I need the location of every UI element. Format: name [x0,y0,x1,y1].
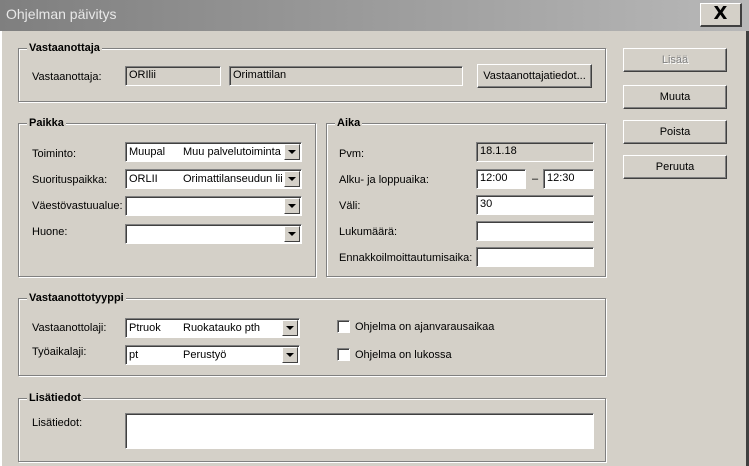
vaestovastuualue-combo[interactable] [125,196,302,216]
ennakko-input[interactable] [476,247,594,267]
chevron-down-icon[interactable] [284,171,300,187]
vastaanottolaji-code: Ptruok [129,322,161,334]
chevron-down-icon[interactable] [284,198,300,214]
poista-button[interactable]: Poista [623,120,727,144]
lisatiedot-label: Lisätiedot: [32,417,83,429]
suorituspaikka-name: Orimattilanseudun lii [183,173,283,185]
chevron-down-icon[interactable] [282,347,298,363]
suorituspaikka-combo[interactable]: ORLII Orimattilanseudun lii [125,169,302,189]
tyoaikalaji-code: pt [129,349,139,361]
chevron-down-icon[interactable] [284,144,300,160]
window-title: Ohjelman päivitys [6,6,117,22]
close-button[interactable]: X [700,3,742,27]
suorituspaikka-code: ORLII [129,173,158,185]
vastaanottaja-code-field: ORIlii [125,66,221,86]
vastaanottolaji-label: Vastaanottolaji: [32,322,107,334]
chevron-down-icon[interactable] [284,226,300,242]
chevron-down-icon[interactable] [282,320,298,336]
lisaa-button[interactable]: Lisää [623,48,727,72]
tyoaikalaji-combo[interactable]: pt Perustyö [125,345,300,365]
title-bar: Ohjelman päivitys X [0,0,749,31]
pvm-label: Pvm: [339,148,365,160]
ajanvaraus-checkbox[interactable] [337,320,350,333]
toiminto-label: Toiminto: [32,148,77,160]
vastaanottajatiedot-button[interactable]: Vastaanottajatiedot... [477,64,592,88]
time-separator: – [532,173,539,185]
toiminto-name: Muu palvelutoiminta [183,146,281,158]
ajanvaraus-label[interactable]: Ohjelma on ajanvarausaikaa [355,320,494,334]
group-title-vastaanottotyyppi: Vastaanottotyyppi [27,291,126,305]
vali-input[interactable]: 30 [476,195,594,215]
start-time-input[interactable]: 12:00 [476,169,526,189]
lisatiedot-textarea[interactable] [125,413,594,449]
toiminto-code: Muupal [129,146,166,158]
group-title-aika: Aika [335,116,363,130]
tyoaikalaji-label: Työaikalaji: [32,346,87,358]
alku-loppu-label: Alku- ja loppuaika: [339,174,429,186]
vastaanottaja-name-field: Orimattilan [229,66,463,86]
huone-label: Huone: [32,226,68,238]
end-time-input[interactable]: 12:30 [543,169,594,189]
suorituspaikka-label: Suorituspaikka: [32,174,108,186]
pvm-field: 18.1.18 [476,142,594,162]
lukumaara-label: Lukumäärä: [339,226,398,238]
lukossa-label[interactable]: Ohjelma on lukossa [355,348,452,362]
vastaanottaja-label: Vastaanottaja: [32,71,102,83]
ennakko-label: Ennakkoilmoittautumisaika: [339,252,473,264]
muuta-button[interactable]: Muuta [623,85,727,109]
lukossa-checkbox[interactable] [337,348,350,361]
group-title-paikka: Paikka [27,116,66,130]
lukumaara-input[interactable] [476,221,594,241]
group-title-vastaanottaja: Vastaanottaja [27,41,102,55]
vali-label: Väli: [339,200,361,212]
group-vastaanottotyyppi: Vastaanottotyyppi [18,291,606,376]
lisaa-button-label: Lisää [661,54,689,66]
toiminto-combo[interactable]: Muupal Muu palvelutoiminta [125,142,302,162]
peruuta-button[interactable]: Peruuta [623,155,727,179]
window-frame-left [0,31,2,466]
vaestovastuualue-label: Väestövastuualue: [32,200,123,212]
huone-combo[interactable] [125,224,302,244]
vastaanottolaji-name: Ruokatauko pth [183,322,261,334]
vastaanottolaji-combo[interactable]: Ptruok Ruokatauko pth [125,318,300,338]
tyoaikalaji-name: Perustyö [183,349,227,361]
group-title-lisatiedot: Lisätiedot [27,391,83,405]
